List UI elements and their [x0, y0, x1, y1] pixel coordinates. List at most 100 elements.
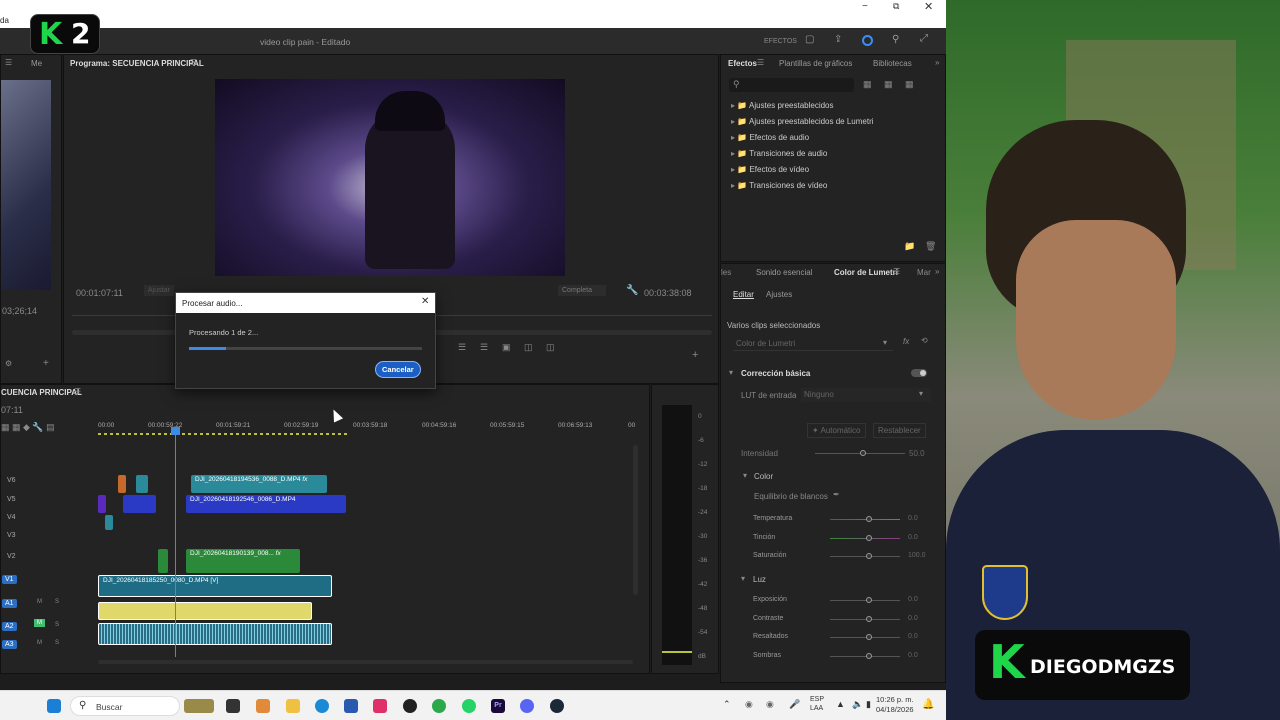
- mute-a3[interactable]: M: [37, 640, 42, 646]
- camera-icon[interactable]: ▣: [502, 342, 511, 353]
- track-a3-label[interactable]: A3: [2, 640, 17, 649]
- source-tab[interactable]: Me: [31, 59, 42, 68]
- wrench-icon[interactable]: 🔧: [626, 285, 638, 296]
- lumetri-menu-icon[interactable]: ☰: [893, 267, 900, 276]
- tint-slider[interactable]: [830, 538, 900, 539]
- clip-v2-small[interactable]: [158, 549, 168, 573]
- panel-icon[interactable]: ▢: [805, 34, 814, 45]
- contrast-knob[interactable]: [866, 616, 872, 622]
- timeline-menu-icon[interactable]: ☰: [74, 387, 81, 396]
- auto-button[interactable]: ✦ Automático: [807, 423, 866, 438]
- track-v5-label[interactable]: V5: [7, 496, 16, 503]
- tray-icon-2[interactable]: ◉: [766, 699, 774, 710]
- effects-menu-icon[interactable]: ☰: [757, 58, 764, 67]
- timeline-vscroll[interactable]: [633, 445, 638, 595]
- export-icon[interactable]: ⇪: [834, 34, 842, 45]
- tiktok-icon[interactable]: [373, 699, 387, 713]
- tab-effects[interactable]: Efectos: [728, 59, 757, 68]
- clip-a2[interactable]: [98, 623, 332, 645]
- tab-markers[interactable]: Mar: [917, 268, 931, 277]
- clip-v5-small[interactable]: [98, 495, 106, 513]
- tab-lumetri-color[interactable]: Color de Lumetri: [834, 268, 898, 277]
- source-settings-icon[interactable]: ⚙: [5, 359, 12, 368]
- eyedropper-icon[interactable]: ✒: [833, 490, 840, 499]
- track-v3-label[interactable]: V3: [7, 532, 16, 539]
- exposure-knob[interactable]: [866, 597, 872, 603]
- track-a2-label[interactable]: A2: [2, 622, 17, 631]
- clock[interactable]: 10:26 p. m. 04/18/2026: [876, 695, 914, 715]
- subtab-presets[interactable]: Ajustes: [766, 290, 792, 299]
- temperature-slider[interactable]: [830, 519, 900, 520]
- whatsapp-icon[interactable]: [462, 699, 476, 713]
- app-icon[interactable]: [403, 699, 417, 713]
- close-window-icon[interactable]: ✕: [924, 0, 933, 13]
- effects-tree-item[interactable]: ▸ 📁 Transiciones de audio: [731, 149, 874, 165]
- basic-correction-toggle[interactable]: [911, 369, 927, 377]
- more-tabs-icon[interactable]: »: [935, 267, 939, 276]
- tab-essential-sound[interactable]: Sonido esencial: [756, 268, 812, 277]
- program-add-icon[interactable]: +: [692, 349, 698, 361]
- clip-v4-small[interactable]: [105, 515, 113, 530]
- store-icon[interactable]: [344, 699, 358, 713]
- compare-icon[interactable]: ◫: [524, 342, 533, 353]
- filter-icon-1[interactable]: ▦: [863, 79, 872, 90]
- tray-icon-1[interactable]: ◉: [745, 699, 753, 710]
- steam-icon[interactable]: [550, 699, 564, 713]
- expand-color-icon[interactable]: ▾: [743, 471, 747, 480]
- quality-dropdown[interactable]: Completa: [558, 285, 606, 296]
- solo-a1[interactable]: S: [55, 599, 59, 605]
- effects-tree-item[interactable]: ▸ 📁 Ajustes preestablecidos: [731, 101, 874, 117]
- exposure-value[interactable]: 0.0: [908, 596, 918, 603]
- fit-dropdown[interactable]: Ajustar: [144, 285, 174, 296]
- effects-workspace-label[interactable]: EFECTOS: [764, 38, 797, 45]
- clip-v5-small-2[interactable]: [123, 495, 156, 513]
- battery-icon[interactable]: ▮: [866, 699, 871, 710]
- highlights-knob[interactable]: [866, 634, 872, 640]
- reset-button[interactable]: Restablecer: [873, 423, 926, 438]
- transport-icon-1[interactable]: ☰: [458, 342, 466, 353]
- lumetri-effect-dropdown[interactable]: Color de Lumetri ▾: [733, 337, 893, 351]
- minimize-icon[interactable]: −: [862, 1, 868, 12]
- basic-correction-header[interactable]: Corrección básica: [741, 369, 810, 378]
- shadows-knob[interactable]: [866, 653, 872, 659]
- effects-tree-item[interactable]: ▸ 📁 Transiciones de vídeo: [731, 181, 874, 197]
- effects-tree-item[interactable]: ▸ 📁 Efectos de audio: [731, 133, 874, 149]
- solo-a3[interactable]: S: [55, 640, 59, 646]
- transport-icon-2[interactable]: ☰: [480, 342, 488, 353]
- progress-ring-icon[interactable]: [862, 35, 873, 46]
- edge-icon[interactable]: [315, 699, 329, 713]
- vr-icon[interactable]: ◫: [546, 342, 555, 353]
- tab-libraries[interactable]: Bibliotecas: [873, 59, 912, 68]
- mute-a1[interactable]: M: [37, 599, 42, 605]
- playhead[interactable]: [175, 427, 176, 657]
- shadows-slider[interactable]: [830, 656, 900, 657]
- clip-v5[interactable]: DJI_20260418192546_0086_D.MP4: [186, 495, 346, 513]
- saturation-slider[interactable]: [830, 556, 900, 557]
- fx-toggle-icon[interactable]: fx: [903, 337, 909, 346]
- volume-icon[interactable]: 🔈: [852, 699, 863, 710]
- effects-tree-item[interactable]: ▸ 📁 Efectos de vídeo: [731, 165, 874, 181]
- shadows-value[interactable]: 0.0: [908, 652, 918, 659]
- task-view-icon[interactable]: [226, 699, 240, 713]
- filter-icon-2[interactable]: ▦: [884, 79, 893, 90]
- microphone-icon[interactable]: 🎤: [789, 699, 800, 710]
- light-section-header[interactable]: Luz: [753, 575, 766, 584]
- restore-icon[interactable]: ⧉: [893, 1, 899, 12]
- clip-v1[interactable]: DJI_20260418185250_0080_D.MP4 [V]: [98, 575, 332, 597]
- source-add-icon[interactable]: +: [43, 358, 49, 369]
- highlights-value[interactable]: 0.0: [908, 633, 918, 640]
- dialog-close-icon[interactable]: ✕: [421, 296, 429, 307]
- windows-start-icon[interactable]: [47, 699, 61, 713]
- intensity-knob[interactable]: [860, 450, 866, 456]
- tray-chevron-icon[interactable]: ⌃: [723, 699, 731, 710]
- temperature-value[interactable]: 0.0: [908, 515, 918, 522]
- discord-icon[interactable]: [520, 699, 534, 713]
- saturation-value[interactable]: 100.0: [908, 552, 926, 559]
- filter-icon-3[interactable]: ▦: [905, 79, 914, 90]
- tint-value[interactable]: 0.0: [908, 534, 918, 541]
- clip-v2[interactable]: DJI_20260418190139_008... fx: [186, 549, 300, 573]
- program-menu-icon[interactable]: ☰: [190, 58, 197, 67]
- lut-dropdown[interactable]: Ninguno ▾: [801, 388, 931, 402]
- playhead-handle[interactable]: [171, 427, 180, 435]
- mute-a2[interactable]: M: [34, 619, 45, 627]
